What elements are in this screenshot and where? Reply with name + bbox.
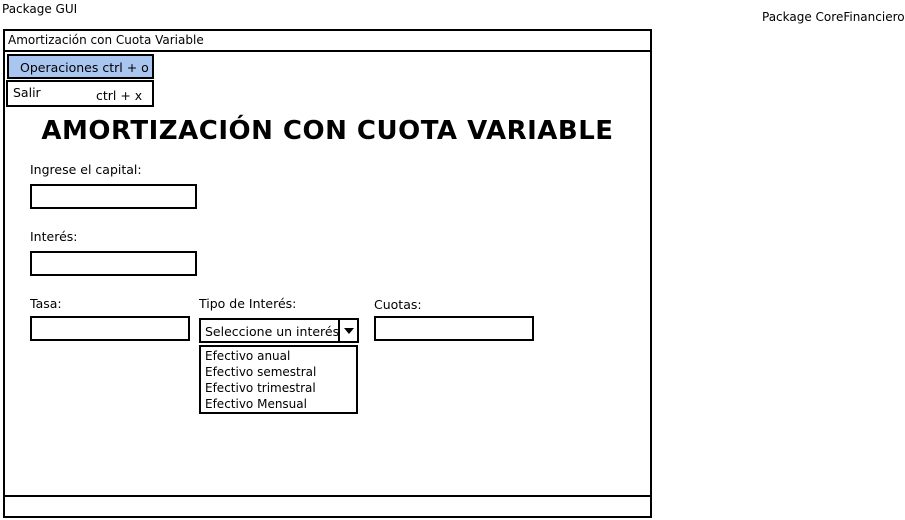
tipo-interes-label: Tipo de Interés: [199, 296, 297, 311]
interes-field[interactable] [30, 251, 197, 276]
menu-item-operaciones-label: Operaciones ctrl + o [20, 60, 149, 75]
tipo-interes-selected: Seleccione un interés [205, 324, 340, 339]
cuotas-label: Cuotas: [374, 297, 422, 312]
tipo-interes-select[interactable]: Seleccione un interés [199, 318, 359, 343]
status-bar [5, 495, 650, 516]
app-window: Amortización con Cuota Variable AMORTIZA… [3, 29, 652, 518]
menu-item-salir[interactable]: Salir ctrl + x [6, 80, 154, 107]
tipo-interes-dropdown: Efectivo anual Efectivo semestral Efecti… [199, 345, 358, 414]
capital-field[interactable] [30, 184, 197, 209]
dropdown-option-efectivo-trimestral[interactable]: Efectivo trimestral [205, 380, 356, 396]
dropdown-option-efectivo-semestral[interactable]: Efectivo semestral [205, 364, 356, 380]
window-titlebar: Amortización con Cuota Variable [5, 31, 650, 52]
menu-item-salir-label: Salir [13, 85, 41, 100]
tasa-field[interactable] [30, 316, 190, 341]
capital-label: Ingrese el capital: [30, 162, 142, 177]
interes-label: Interés: [30, 229, 78, 244]
package-core-label: Package CoreFinanciero [762, 10, 905, 24]
window-title: Amortización con Cuota Variable [8, 33, 204, 47]
chevron-down-icon [344, 328, 354, 334]
menu-item-operaciones[interactable]: Operaciones ctrl + o [7, 54, 154, 79]
dropdown-option-efectivo-mensual[interactable]: Efectivo Mensual [205, 396, 356, 412]
tasa-label: Tasa: [30, 296, 62, 311]
cuotas-field[interactable] [374, 316, 534, 341]
menu-item-salir-shortcut: ctrl + x [96, 88, 143, 103]
dropdown-arrow-button[interactable] [338, 320, 357, 341]
package-gui-label: Package GUI [2, 2, 78, 16]
page-title: AMORTIZACIÓN CON CUOTA VARIABLE [41, 116, 614, 146]
dropdown-option-efectivo-anual[interactable]: Efectivo anual [205, 348, 356, 364]
